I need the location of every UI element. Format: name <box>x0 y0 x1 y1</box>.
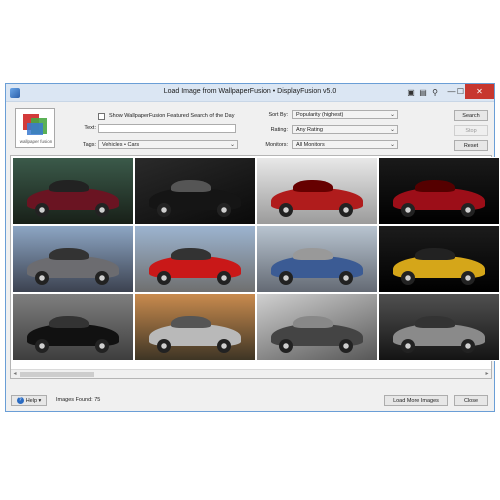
thumbnail-black-car-headlight-closeup[interactable] <box>134 157 256 225</box>
rating-select[interactable]: Any Rating ⌄ <box>292 125 398 134</box>
pin-icon[interactable]: ⚲ <box>430 88 440 98</box>
wheel-icon <box>95 203 109 217</box>
wheel-icon <box>35 339 49 353</box>
close-button[interactable]: Close <box>454 395 488 406</box>
wheel-icon <box>339 339 353 353</box>
scroll-right-icon[interactable]: ▸ <box>483 370 491 379</box>
car-window <box>171 248 211 260</box>
car-window <box>49 248 89 260</box>
car-window <box>293 248 333 260</box>
car-window <box>415 316 455 328</box>
close-window-icon[interactable]: ✕ <box>465 84 494 99</box>
featured-search-checkbox[interactable] <box>98 112 105 120</box>
wheel-icon <box>157 339 171 353</box>
thumbnail-red-ferrari-dark[interactable] <box>378 157 500 225</box>
wheel-icon <box>157 271 171 285</box>
monitors-label: Monitors: <box>265 142 288 148</box>
horizontal-scrollbar[interactable]: ◂ ▸ <box>11 369 491 378</box>
thumbnail-yellow-sports-car-rear[interactable] <box>378 225 500 293</box>
sort-by-label: Sort By: <box>268 112 288 118</box>
thumbnail-porsche-silver-sunset[interactable] <box>134 293 256 361</box>
wheel-icon <box>157 203 171 217</box>
chevron-down-icon: ⌄ <box>389 112 395 118</box>
title-bar[interactable]: Load Image from WallpaperFusion • Displa… <box>6 84 494 102</box>
stop-button[interactable]: Stop <box>454 125 488 136</box>
tags-label: Tags: <box>82 142 96 148</box>
text-label: Text: <box>84 125 96 131</box>
help-label: Help <box>25 398 37 404</box>
sort-by-select[interactable]: Popularity (highest) ⌄ <box>292 110 398 119</box>
wheel-icon <box>339 271 353 285</box>
scroll-left-icon[interactable]: ◂ <box>11 370 19 379</box>
car-window <box>293 316 333 328</box>
wheel-icon <box>461 203 475 217</box>
wheel-icon <box>461 339 475 353</box>
rating-value: Any Rating <box>296 127 323 133</box>
featured-search-label: Show WallpaperFusion Featured Search of … <box>109 113 235 119</box>
scrollbar-thumb[interactable] <box>20 372 94 377</box>
wheel-icon <box>401 203 415 217</box>
tags-value: Vehicles • Cars <box>102 142 140 148</box>
wheel-icon <box>279 271 293 285</box>
tags-select[interactable]: Vehicles • Cars ⌄ <box>98 140 238 149</box>
thumbnail-lotus-red-road[interactable] <box>134 225 256 293</box>
wheel-icon <box>401 271 415 285</box>
reset-button[interactable]: Reset <box>454 140 488 151</box>
chevron-down-icon: ⌄ <box>229 142 235 148</box>
help-button[interactable]: ? Help ▾ <box>11 395 47 406</box>
wheel-icon <box>217 339 231 353</box>
logo-text: wallpaper fusion <box>19 139 53 144</box>
text-search-input[interactable] <box>98 124 236 133</box>
wallpaperfusion-logo: wallpaper fusion <box>15 108 55 148</box>
wheel-icon <box>95 339 109 353</box>
load-image-window: Load Image from WallpaperFusion • Displa… <box>5 83 500 412</box>
chevron-down-icon: ⌄ <box>389 142 395 148</box>
monitors-value: All Monitors <box>296 142 325 148</box>
chevron-down-icon: ⌄ <box>389 127 395 133</box>
load-more-images-button[interactable]: Load More Images <box>384 395 448 406</box>
images-found-count: Images Found: 75 <box>56 397 101 403</box>
thumbnail-grid <box>12 157 500 361</box>
rating-label: Rating: <box>270 127 288 133</box>
thumbnail-black-sports-car-road-bw[interactable] <box>12 293 134 361</box>
wheel-icon <box>401 339 415 353</box>
minimize-icon[interactable]: — <box>447 84 456 99</box>
wheel-icon <box>217 271 231 285</box>
car-window <box>171 316 211 328</box>
thumbnail-bugatti-blue-silver[interactable] <box>256 225 378 293</box>
maximize-icon[interactable]: ☐ <box>456 84 465 99</box>
monitors-select[interactable]: All Monitors ⌄ <box>292 140 398 149</box>
wheel-icon <box>95 271 109 285</box>
wallpaper-icon[interactable]: ▤ <box>418 88 428 98</box>
thumbnail-car-detail-plate[interactable] <box>256 293 378 361</box>
wheel-icon <box>279 203 293 217</box>
car-window <box>293 180 333 192</box>
thumbnail-aston-martin-grey[interactable] <box>12 225 134 293</box>
help-icon: ? <box>16 397 24 405</box>
car-window <box>415 248 455 260</box>
thumbnail-bugatti-veyron-red-black[interactable] <box>12 157 134 225</box>
car-window <box>171 180 211 192</box>
wheel-icon <box>217 203 231 217</box>
monitor-config-icon[interactable]: ▣ <box>406 88 416 98</box>
car-window <box>415 180 455 192</box>
search-button[interactable]: Search <box>454 110 488 121</box>
thumbnail-red-sports-car-studio[interactable] <box>256 157 378 225</box>
car-window <box>49 316 89 328</box>
image-results-panel: ◂ ▸ <box>10 155 500 379</box>
wheel-icon <box>461 271 475 285</box>
wheel-icon <box>339 203 353 217</box>
wheel-icon <box>35 271 49 285</box>
thumbnail-silver-concept-car[interactable] <box>378 293 500 361</box>
car-window <box>49 180 89 192</box>
wheel-icon <box>279 339 293 353</box>
sort-by-value: Popularity (highest) <box>296 112 344 118</box>
featured-search-checkbox-row[interactable]: Show WallpaperFusion Featured Search of … <box>98 111 234 121</box>
wheel-icon <box>35 203 49 217</box>
